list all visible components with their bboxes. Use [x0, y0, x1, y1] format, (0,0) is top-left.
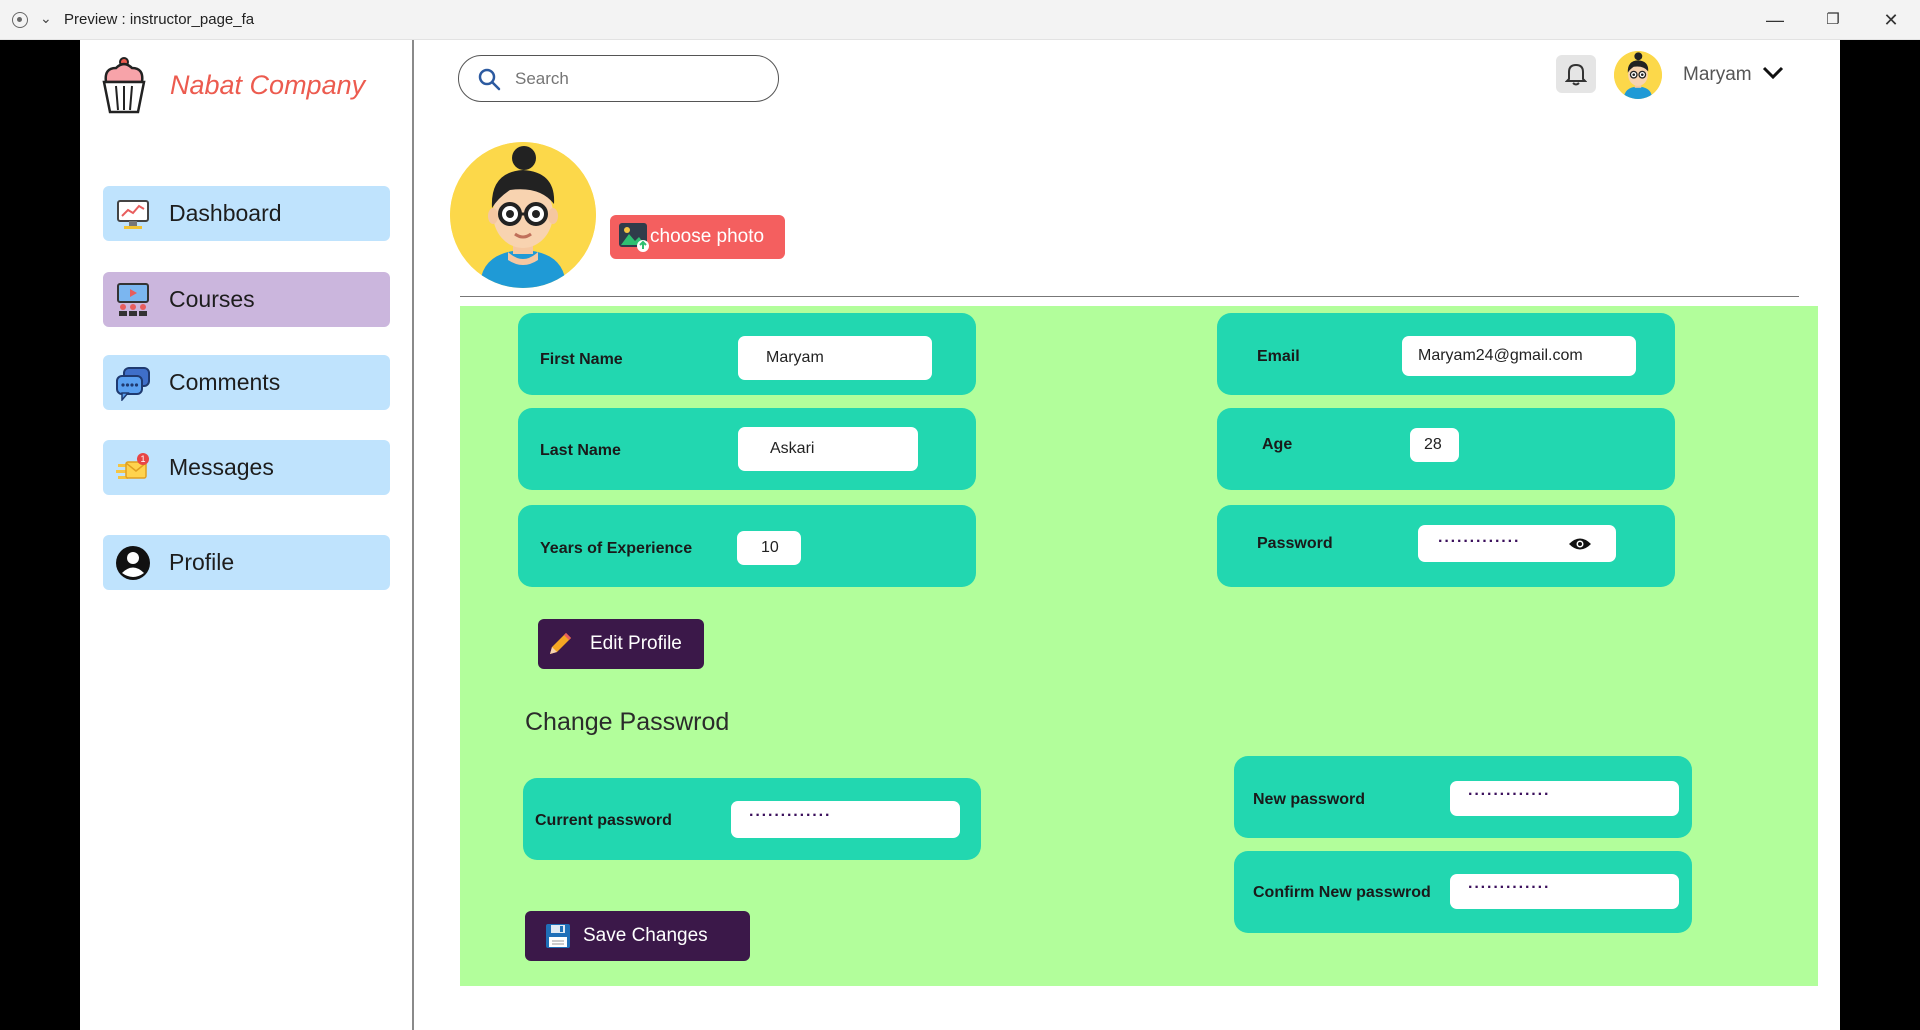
- password-value: ·············: [1438, 533, 1521, 550]
- profile-photo: [450, 142, 596, 288]
- sidebar-item-label: Profile: [169, 549, 235, 575]
- sidebar-item-label: Courses: [169, 286, 255, 312]
- image-upload-icon: [619, 223, 649, 252]
- sidebar-item-label: Messages: [169, 454, 274, 480]
- search-input[interactable]: [515, 68, 745, 89]
- dashboard-icon: [115, 196, 151, 232]
- profile-icon: [115, 545, 151, 581]
- new-password-field: New password ·············: [1234, 756, 1692, 838]
- last-name-field: Last Name: [518, 408, 976, 490]
- chevron-down-icon[interactable]: [1761, 60, 1785, 84]
- current-password-field: Current password ·············: [523, 778, 981, 860]
- close-button[interactable]: ✕: [1868, 4, 1914, 36]
- sidebar-item-comments[interactable]: Comments: [103, 355, 390, 410]
- last-name-label: Last Name: [540, 442, 621, 459]
- age-field: Age: [1217, 408, 1675, 490]
- new-password-input[interactable]: ·············: [1450, 781, 1679, 816]
- new-password-value: ·············: [1468, 786, 1551, 803]
- messages-icon: 1: [115, 450, 151, 486]
- first-name-field: First Name: [518, 313, 976, 395]
- choose-photo-label: choose photo: [650, 226, 765, 247]
- password-input[interactable]: ·············: [1418, 525, 1616, 562]
- email-input[interactable]: [1402, 336, 1636, 376]
- password-field: Password ·············: [1217, 505, 1675, 587]
- app-window: Nabat Company Dashboard Courses Comments…: [80, 40, 1840, 1030]
- cupcake-logo-icon: [102, 57, 146, 114]
- sidebar-item-courses[interactable]: Courses: [103, 272, 390, 327]
- app-icon: [12, 12, 28, 28]
- first-name-input[interactable]: [738, 336, 932, 380]
- sidebar-item-messages[interactable]: 1 Messages: [103, 440, 390, 495]
- sidebar: Nabat Company Dashboard Courses Comments…: [80, 40, 414, 1030]
- password-label: Password: [1257, 535, 1333, 552]
- current-password-value: ·············: [749, 807, 832, 824]
- sidebar-item-profile[interactable]: Profile: [103, 535, 390, 590]
- minimize-button[interactable]: —: [1752, 4, 1798, 36]
- desktop-background: [1840, 40, 1920, 1030]
- main-content: Maryam choose photo First Name Last Name…: [416, 40, 1840, 1030]
- experience-field: Years of Experience: [518, 505, 976, 587]
- age-label: Age: [1262, 436, 1293, 453]
- current-password-label: Current password: [535, 812, 672, 829]
- edit-profile-button[interactable]: Edit Profile: [538, 619, 704, 669]
- bell-icon: [1565, 63, 1587, 86]
- save-changes-button[interactable]: Save Changes: [525, 911, 750, 961]
- user-name[interactable]: Maryam: [1683, 64, 1752, 86]
- notifications-button[interactable]: [1556, 55, 1596, 93]
- window-menu-chevron-icon[interactable]: ⌄: [40, 10, 52, 27]
- confirm-password-value: ·············: [1468, 879, 1551, 896]
- user-avatar[interactable]: [1614, 51, 1662, 99]
- change-password-title: Change Passwrod: [525, 708, 730, 736]
- window-titlebar: ⌄ Preview : instructor_page_fa — ❐ ✕: [0, 0, 1920, 40]
- search-icon: [478, 68, 501, 90]
- sidebar-item-label: Dashboard: [169, 200, 282, 226]
- experience-input[interactable]: [737, 531, 801, 565]
- sidebar-item-label: Comments: [169, 369, 281, 395]
- sidebar-item-dashboard[interactable]: Dashboard: [103, 186, 390, 241]
- eye-icon[interactable]: [1568, 537, 1592, 551]
- profile-form-panel: First Name Last Name Years of Experience…: [460, 306, 1818, 986]
- confirm-password-input[interactable]: ·············: [1450, 874, 1679, 909]
- floppy-disk-icon: [546, 924, 570, 948]
- svg-text:1: 1: [140, 454, 145, 464]
- search-box[interactable]: [458, 55, 779, 102]
- divider: [460, 296, 1799, 297]
- experience-label: Years of Experience: [540, 540, 693, 557]
- choose-photo-button[interactable]: choose photo: [610, 215, 785, 259]
- courses-icon: [115, 282, 151, 318]
- restore-button[interactable]: ❐: [1810, 4, 1856, 36]
- email-field: Email: [1217, 313, 1675, 395]
- confirm-password-label: Confirm New passwrod: [1253, 884, 1431, 901]
- first-name-label: First Name: [540, 351, 623, 368]
- new-password-label: New password: [1253, 791, 1366, 808]
- comments-icon: [115, 365, 151, 401]
- email-label: Email: [1257, 348, 1300, 365]
- confirm-password-field: Confirm New passwrod ·············: [1234, 851, 1692, 933]
- edit-profile-label: Edit Profile: [590, 633, 682, 654]
- brand-name: Nabat Company: [170, 70, 366, 100]
- save-changes-label: Save Changes: [583, 925, 708, 946]
- current-password-input[interactable]: ·············: [731, 801, 960, 838]
- age-input[interactable]: [1410, 428, 1459, 462]
- last-name-input[interactable]: [738, 427, 918, 471]
- window-title: Preview : instructor_page_fa: [64, 11, 255, 28]
- pencil-icon: [550, 633, 571, 654]
